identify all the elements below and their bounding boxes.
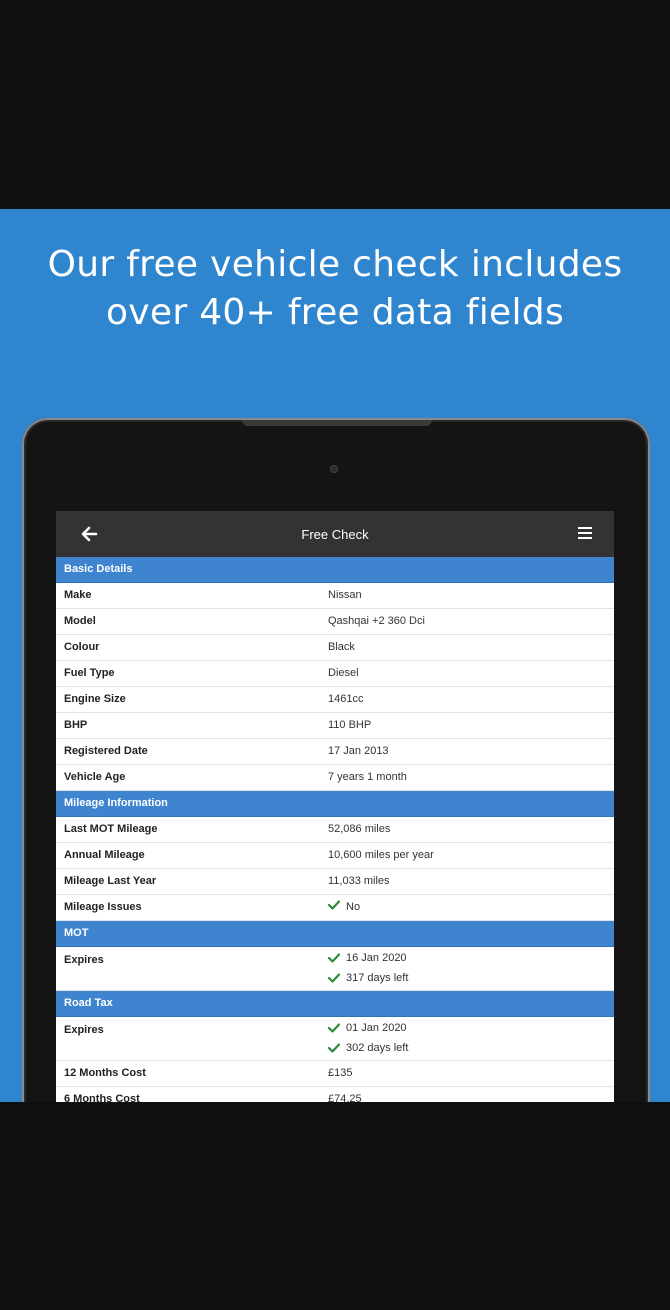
check-icon [328,1043,340,1053]
section-header-mileage-information: Mileage Information [56,791,614,817]
row-label: Registered Date [64,745,148,757]
row-label: Make [64,589,92,601]
table-row: Vehicle Age 7 years 1 month [56,765,614,791]
section-header-road-tax: Road Tax [56,991,614,1017]
table-row: Mileage Issues No [56,895,614,921]
table-row: BHP 110 BHP [56,713,614,739]
section-header-basic-details: Basic Details [56,557,614,583]
row-label: Annual Mileage [64,849,145,861]
table-row: Expires 16 Jan 2020 317 days left [56,947,614,991]
table-row: Registered Date 17 Jan 2013 [56,739,614,765]
row-value: 52,086 miles [328,823,391,835]
headline-line-1: Our free vehicle check includes [47,244,623,285]
row-label: BHP [64,719,88,731]
row-value: Nissan [328,589,362,601]
row-label: Vehicle Age [64,771,126,783]
row-label: Expires [64,1024,104,1036]
row-label: Last MOT Mileage [64,823,158,835]
row-value: 01 Jan 2020 302 days left [328,1017,614,1060]
table-row: Expires 01 Jan 2020 302 days left [56,1017,614,1061]
table-row: Last MOT Mileage 52,086 miles [56,817,614,843]
row-value: 11,033 miles [328,875,390,887]
row-value: Black [328,641,355,653]
tablet-frame: Free Check Basic Details Make Nissan Mod… [22,418,650,1102]
row-value: 7 years 1 month [328,771,407,783]
mileage-issues-value: No [346,901,361,913]
hamburger-menu-icon[interactable] [578,527,592,541]
row-value: Diesel [328,667,359,679]
table-row: Colour Black [56,635,614,661]
check-icon [328,953,340,963]
app-top-bar: Free Check [56,511,614,557]
row-value: 17 Jan 2013 [328,745,389,757]
row-label: 6 Months Cost [64,1093,140,1102]
back-arrow-icon[interactable] [80,524,100,544]
row-label: Mileage Issues [64,901,142,913]
tax-expiry-date: 01 Jan 2020 [346,1022,407,1034]
row-value: 1461cc [328,693,364,705]
row-label: Model [64,615,96,627]
table-row: Model Qashqai +2 360 Dci [56,609,614,635]
promo-headline: Our free vehicle check includes over 40+… [0,241,670,337]
row-value: 110 BHP [328,719,372,731]
table-row: Fuel Type Diesel [56,661,614,687]
row-value: 16 Jan 2020 317 days left [328,947,614,990]
row-label: Expires [64,954,104,966]
table-row: 12 Months Cost £135 [56,1061,614,1087]
row-label: 12 Months Cost [64,1067,146,1079]
row-value: Qashqai +2 360 Dci [328,615,425,627]
check-icon [328,900,340,910]
tablet-top-edge [242,420,432,426]
table-row: Mileage Last Year 11,033 miles [56,869,614,895]
tax-days-left: 302 days left [346,1042,409,1054]
row-value: 10,600 miles per year [328,849,434,861]
check-icon [328,973,340,983]
row-value: No [328,895,614,920]
mot-days-left: 317 days left [346,972,409,984]
app-screen: Free Check Basic Details Make Nissan Mod… [56,511,614,1102]
table-row: Make Nissan [56,583,614,609]
row-label: Fuel Type [64,667,115,679]
row-label: Mileage Last Year [64,875,157,887]
table-row: Annual Mileage 10,600 miles per year [56,843,614,869]
app-title: Free Check [301,526,369,542]
row-value: £135 [328,1067,353,1079]
row-value: £74.25 [328,1093,362,1102]
table-row: Engine Size 1461cc [56,687,614,713]
row-label: Engine Size [64,693,126,705]
promo-banner: Our free vehicle check includes over 40+… [0,209,670,1102]
row-label: Colour [64,641,100,653]
section-header-mot: MOT [56,921,614,947]
headline-line-2: over 40+ free data fields [105,292,565,333]
table-row: 6 Months Cost £74.25 [56,1087,614,1102]
check-icon [328,1023,340,1033]
mot-expiry-date: 16 Jan 2020 [346,952,407,964]
camera-icon [331,466,337,472]
